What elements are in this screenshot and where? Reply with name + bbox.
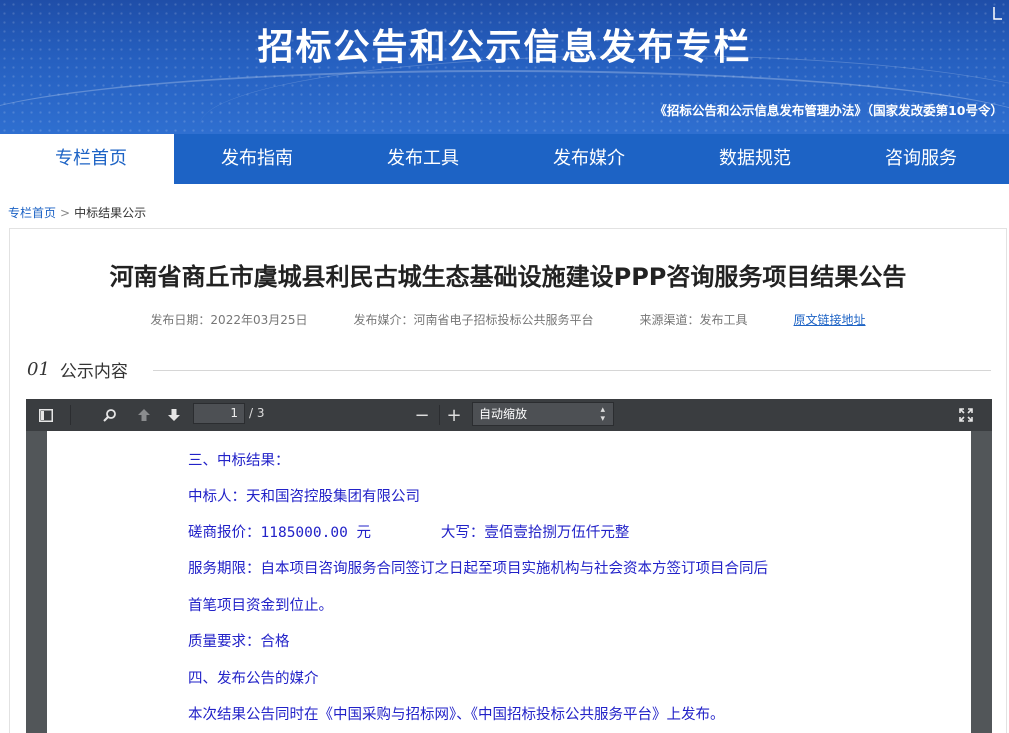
section-number: 01 <box>27 359 50 380</box>
next-page-icon[interactable] <box>162 399 186 431</box>
source-channel: 来源渠道：发布工具 <box>639 313 748 327</box>
toolbar-divider <box>70 405 71 425</box>
nav-item-consult[interactable]: 咨询服务 <box>838 134 1004 184</box>
section-label: 公示内容 <box>59 362 128 382</box>
pdf-toolbar: 1 / 3 − + 自动缩放 ▴ ▾ <box>26 399 992 431</box>
previous-page-icon[interactable] <box>132 399 156 431</box>
banner-subtitle: 《招标公告和公示信息发布管理办法》（国家发改委第10号令） <box>654 103 1003 118</box>
search-icon[interactable] <box>98 399 122 431</box>
corner-mark-icon <box>993 7 1002 20</box>
pdf-page: 三、中标结果： 中标人：天和国咨控股集团有限公司 磋商报价：1185000.00… <box>47 431 971 733</box>
pdf-text-line: 四、发布公告的媒介 <box>188 671 319 687</box>
zoom-select-value: 自动缩放 <box>479 407 528 421</box>
breadcrumb: 专栏首页 > 中标结果公示 <box>8 204 146 221</box>
page-total: / 3 <box>249 406 265 420</box>
pdf-text-line: 磋商报价：1185000.00 元 大写：壹佰壹拾捌万伍仟元整 <box>188 525 630 541</box>
nav-item-guide[interactable]: 发布指南 <box>174 134 340 184</box>
article-container: 河南省商丘市虞城县利民古城生态基础设施建设PPP咨询服务项目结果公告 发布日期：… <box>9 228 1007 733</box>
pdf-text-line: 三、中标结果： <box>188 453 290 469</box>
pdf-text-line: 本次结果公告同时在《中国采购与招标网》、《中国招标投标公共服务平台》上发布。 <box>188 707 725 723</box>
zoom-out-icon[interactable]: − <box>410 399 434 431</box>
zoom-in-icon[interactable]: + <box>442 399 466 431</box>
original-link[interactable]: 原文链接地址 <box>794 311 866 328</box>
article-title: 河南省商丘市虞城县利民古城生态基础设施建设PPP咨询服务项目结果公告 <box>109 263 907 291</box>
breadcrumb-home-link[interactable]: 专栏首页 <box>8 206 56 220</box>
section-divider <box>153 370 991 371</box>
pdf-text-line: 服务期限：自本项目咨询服务合同签订之日起至项目实施机构与社会资本方签订项目合同后 <box>188 561 768 577</box>
pdf-text-line: 中标人：天和国咨控股集团有限公司 <box>188 489 420 505</box>
presentation-mode-icon[interactable] <box>954 399 978 431</box>
pdf-text-line: 质量要求：合格 <box>188 634 290 650</box>
publish-media: 发布媒介：河南省电子招标投标公共服务平台 <box>353 313 594 327</box>
select-arrows-icon: ▴ ▾ <box>600 405 605 424</box>
banner-title: 招标公告和公示信息发布专栏 <box>257 27 752 68</box>
nav-item-tools[interactable]: 发布工具 <box>340 134 506 184</box>
sidebar-toggle-icon[interactable] <box>34 399 58 431</box>
toolbar-divider <box>439 405 440 425</box>
main-nav: 专栏首页 发布指南 发布工具 发布媒介 数据规范 咨询服务 <box>8 134 1009 184</box>
section-heading: 01 公示内容 <box>27 357 128 382</box>
pdf-viewer: 1 / 3 − + 自动缩放 ▴ ▾ 三、中标结果： 中标人：天和国咨控股集团有限… <box>26 399 992 733</box>
pdf-text-line: 首笔项目资金到位止。 <box>188 598 333 614</box>
nav-item-data-spec[interactable]: 数据规范 <box>672 134 838 184</box>
nav-item-home[interactable]: 专栏首页 <box>8 134 174 184</box>
breadcrumb-current: 中标结果公示 <box>74 206 147 220</box>
breadcrumb-separator: > <box>60 206 71 220</box>
nav-item-media[interactable]: 发布媒介 <box>506 134 672 184</box>
header-banner: 招标公告和公示信息发布专栏 《招标公告和公示信息发布管理办法》（国家发改委第10… <box>0 0 1009 134</box>
article-meta: 发布日期：2022年03月25日 发布媒介：河南省电子招标投标公共服务平台 来源… <box>10 311 1006 328</box>
publish-date: 发布日期：2022年03月25日 <box>150 313 308 327</box>
page-number-input[interactable]: 1 <box>193 403 245 424</box>
zoom-select[interactable]: 自动缩放 ▴ ▾ <box>472 402 614 426</box>
